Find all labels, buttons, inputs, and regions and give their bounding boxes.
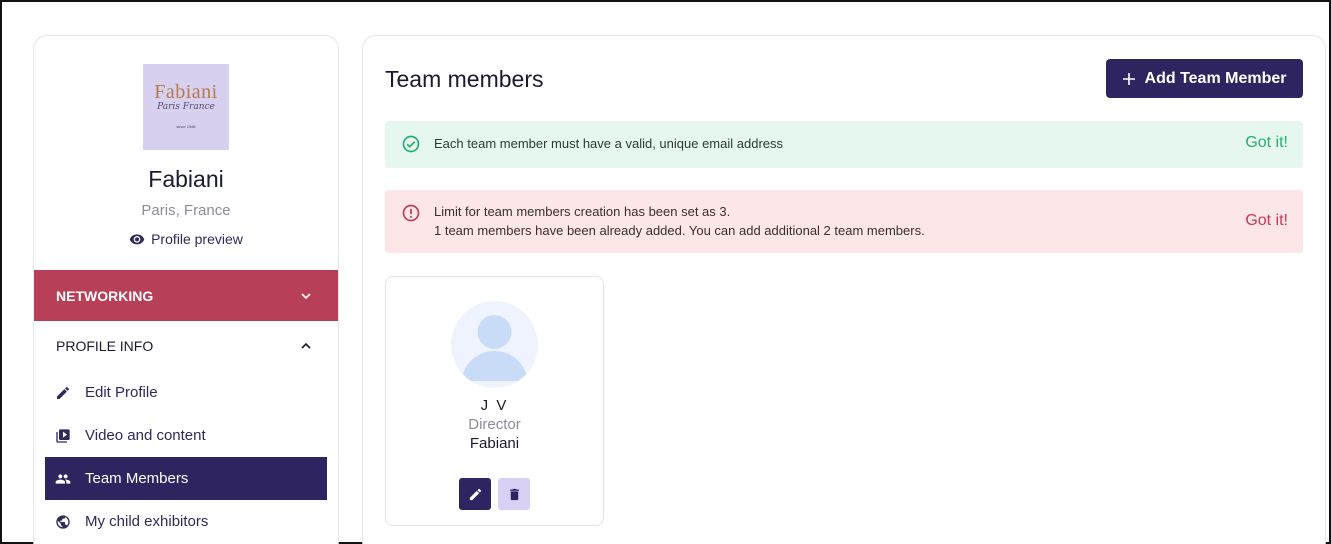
video-library-icon: [56, 428, 70, 443]
networking-label: NETWORKING: [56, 287, 154, 304]
chevron-down-icon: [301, 292, 311, 299]
user-placeholder-icon: [461, 315, 528, 381]
member-name: J V: [480, 397, 509, 414]
check-circle-icon: [402, 135, 420, 153]
sidebar-item-label: Video and content: [85, 427, 206, 444]
eye-icon: [129, 234, 145, 245]
company-location: Paris, France: [141, 202, 231, 219]
sidebar-item-my-child-exhibitors[interactable]: My child exhibitors: [45, 500, 327, 543]
limit-alert-text: Limit for team members creation has been…: [434, 202, 925, 240]
add-team-member-button[interactable]: Add Team Member: [1106, 59, 1303, 98]
sidebar-item-video-and-content[interactable]: Video and content: [45, 414, 327, 457]
info-alert-text: Each team member must have a valid, uniq…: [434, 136, 784, 151]
profile-preview-link[interactable]: Profile preview: [34, 231, 338, 247]
add-team-member-label: Add Team Member: [1144, 69, 1287, 87]
limit-alert-line-2: 1 team members have been already added. …: [434, 223, 925, 238]
main-panel: Team members Add Team Member Each team m…: [362, 35, 1326, 544]
sidebar-item-label: Team Members: [85, 470, 189, 487]
company-logo: Fabiani Paris France since 1986: [143, 64, 229, 150]
edit-member-button[interactable]: [459, 478, 491, 510]
limit-alert: Limit for team members creation has been…: [385, 190, 1303, 253]
pencil-icon: [57, 386, 69, 399]
limit-alert-dismiss-button[interactable]: Got it!: [1245, 212, 1288, 230]
profile-info-label: PROFILE INFO: [56, 338, 154, 354]
profile-preview-label: Profile preview: [151, 231, 243, 247]
sidebar-item-label: My child exhibitors: [85, 513, 209, 530]
profile-info-section-toggle[interactable]: PROFILE INFO: [34, 324, 338, 368]
logo-script: Paris France: [157, 102, 215, 112]
company-name: Fabiani: [148, 166, 224, 192]
sidebar: Fabiani Paris France since 1986 Fabiani …: [33, 35, 339, 544]
team-member-card: J V Director Fabiani: [385, 276, 604, 526]
member-role: Director: [468, 416, 521, 433]
info-alert: Each team member must have a valid, uniq…: [385, 121, 1303, 168]
pencil-icon: [469, 488, 481, 500]
globe-icon: [56, 514, 70, 529]
info-alert-dismiss-button[interactable]: Got it!: [1245, 134, 1288, 152]
delete-member-button[interactable]: [498, 478, 530, 510]
networking-section-toggle[interactable]: NETWORKING: [34, 270, 338, 321]
page-title: Team members: [385, 66, 544, 92]
error-circle-icon: [402, 204, 420, 222]
trash-icon: [509, 488, 519, 500]
sidebar-item-team-members[interactable]: Team Members: [45, 457, 327, 500]
sidebar-item-edit-profile[interactable]: Edit Profile: [45, 371, 327, 414]
member-company: Fabiani: [469, 435, 520, 452]
plus-icon: [1122, 72, 1135, 85]
people-icon: [55, 473, 71, 484]
limit-alert-line-1: Limit for team members creation has been…: [434, 204, 731, 219]
logo-wordmark: Fabiani: [154, 81, 218, 103]
sidebar-item-label: Edit Profile: [85, 384, 158, 401]
avatar: [451, 301, 538, 388]
chevron-up-icon: [301, 342, 311, 349]
logo-since: since 1986: [176, 124, 196, 129]
